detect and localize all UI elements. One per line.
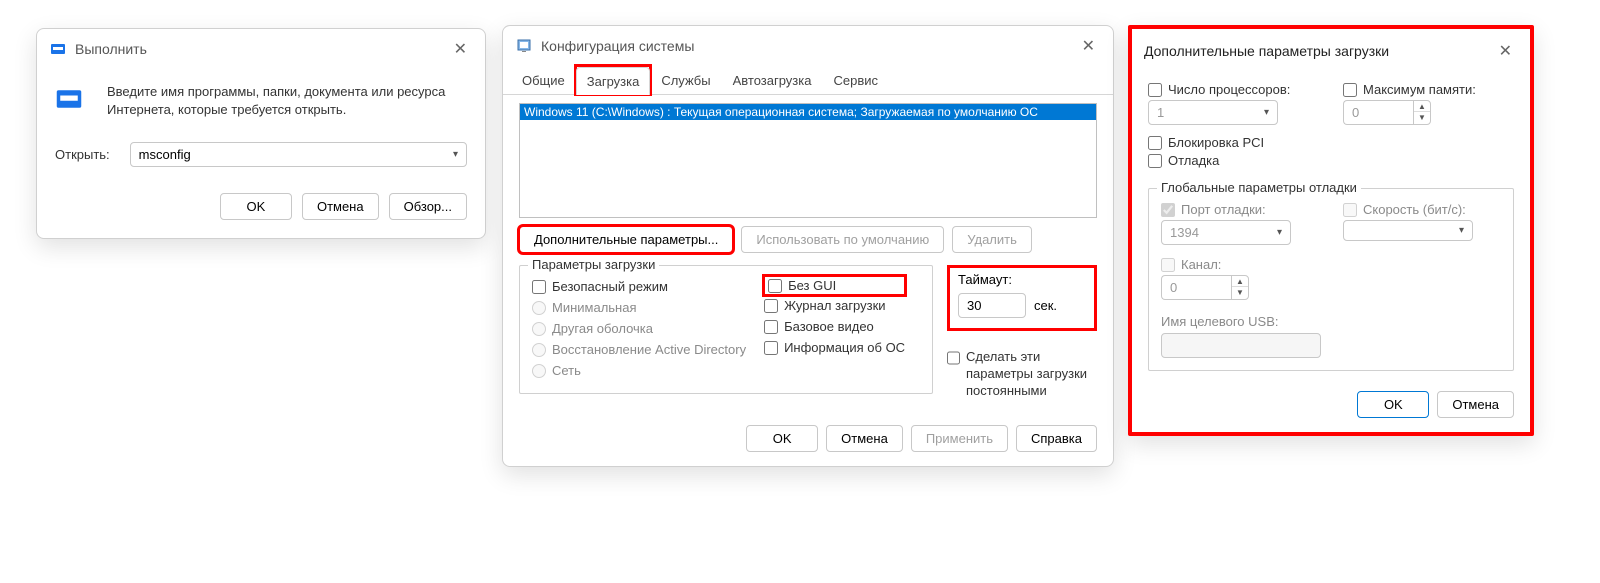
osinfo-checkbox[interactable]: Информация об ОС: [764, 340, 905, 355]
tab-tools[interactable]: Сервис: [822, 66, 889, 94]
open-combo[interactable]: msconfig ▾: [130, 142, 467, 167]
basevideo-checkbox[interactable]: Базовое видео: [764, 319, 905, 334]
run-body-icon: [55, 83, 83, 115]
set-default-button[interactable]: Использовать по умолчанию: [741, 226, 944, 253]
no-gui-checkbox[interactable]: Без GUI: [768, 278, 901, 293]
max-memory-spinner[interactable]: 0 ▲▼: [1343, 100, 1514, 125]
timeout-input[interactable]: [958, 293, 1026, 318]
tab-general[interactable]: Общие: [511, 66, 576, 94]
close-icon[interactable]: ✕: [1076, 34, 1101, 58]
channel-spinner[interactable]: 0 ▲▼: [1161, 275, 1291, 300]
chevron-down-icon: ▾: [1459, 225, 1464, 236]
safe-mode-checkbox[interactable]: Безопасный режим: [532, 279, 746, 294]
cancel-button[interactable]: Отмена: [1437, 391, 1514, 418]
run-title: Выполнить: [75, 41, 147, 57]
run-titlebar: Выполнить ✕: [37, 29, 485, 69]
spin-down-icon[interactable]: ▼: [1232, 287, 1248, 298]
sysconfig-titlebar: Конфигурация системы ✕: [503, 26, 1113, 66]
delete-button[interactable]: Удалить: [952, 226, 1032, 253]
run-instructions: Введите имя программы, папки, документа …: [107, 83, 467, 118]
tab-services[interactable]: Службы: [650, 66, 721, 94]
spin-up-icon[interactable]: ▲: [1414, 101, 1430, 112]
advanced-boot-dialog: Дополнительные параметры загрузки ✕ Числ…: [1128, 25, 1534, 436]
bootlog-checkbox[interactable]: Журнал загрузки: [764, 298, 905, 313]
browse-button[interactable]: Обзор...: [389, 193, 467, 220]
max-memory-checkbox[interactable]: Максимум памяти:: [1343, 82, 1514, 97]
network-radio[interactable]: Сеть: [532, 363, 746, 378]
run-icon: [49, 40, 67, 58]
cancel-button[interactable]: Отмена: [302, 193, 379, 220]
chevron-down-icon: ▾: [1264, 107, 1269, 118]
ok-button[interactable]: OK: [1357, 391, 1429, 418]
tab-boot[interactable]: Загрузка: [576, 67, 651, 95]
chevron-down-icon: ▾: [453, 149, 458, 160]
altshell-radio[interactable]: Другая оболочка: [532, 321, 746, 336]
cancel-button[interactable]: Отмена: [826, 425, 903, 452]
boot-entries-list[interactable]: Windows 11 (C:\Windows) : Текущая операц…: [519, 103, 1097, 218]
baud-rate-combo[interactable]: ▾: [1343, 220, 1473, 241]
apply-button[interactable]: Применить: [911, 425, 1008, 452]
timeout-sec: сек.: [1034, 298, 1057, 313]
debug-port-checkbox[interactable]: Порт отладки:: [1161, 202, 1319, 217]
debug-port-combo[interactable]: 1394▾: [1161, 220, 1291, 245]
global-debug-legend: Глобальные параметры отладки: [1157, 180, 1361, 195]
close-icon[interactable]: ✕: [448, 37, 473, 61]
close-icon[interactable]: ✕: [1493, 39, 1518, 63]
make-permanent-checkbox[interactable]: Сделать эти параметры загрузки постоянны…: [947, 349, 1097, 400]
debug-checkbox[interactable]: Отладка: [1148, 153, 1514, 168]
usb-target-input[interactable]: [1161, 333, 1321, 358]
num-processors-checkbox[interactable]: Число процессоров:: [1148, 82, 1319, 97]
chevron-down-icon: ▾: [1277, 227, 1282, 238]
sysconfig-title: Конфигурация системы: [541, 38, 694, 54]
minimal-radio[interactable]: Минимальная: [532, 300, 746, 315]
timeout-label: Таймаут:: [958, 272, 1086, 287]
baud-rate-checkbox[interactable]: Скорость (бит/с):: [1343, 202, 1501, 217]
open-value: msconfig: [139, 147, 191, 162]
spin-down-icon[interactable]: ▼: [1414, 112, 1430, 123]
adrestore-radio[interactable]: Восстановление Active Directory: [532, 342, 746, 357]
channel-checkbox[interactable]: Канал:: [1161, 257, 1501, 272]
num-processors-combo[interactable]: 1▾: [1148, 100, 1278, 125]
ok-button[interactable]: OK: [220, 193, 292, 220]
system-config-dialog: Конфигурация системы ✕ Общие Загрузка Сл…: [502, 25, 1114, 467]
usb-target-label: Имя целевого USB:: [1161, 314, 1501, 329]
advanced-title: Дополнительные параметры загрузки: [1144, 43, 1389, 59]
boot-entry[interactable]: Windows 11 (C:\Windows) : Текущая операц…: [520, 104, 1096, 120]
advanced-options-button[interactable]: Дополнительные параметры...: [519, 226, 733, 253]
help-button[interactable]: Справка: [1016, 425, 1097, 452]
tab-startup[interactable]: Автозагрузка: [722, 66, 823, 94]
ok-button[interactable]: OK: [746, 425, 818, 452]
open-label: Открыть:: [55, 147, 110, 162]
boot-options-legend: Параметры загрузки: [528, 257, 659, 272]
pci-lock-checkbox[interactable]: Блокировка PCI: [1148, 135, 1514, 150]
sysconfig-icon: [515, 37, 533, 55]
run-dialog: Выполнить ✕ Введите имя программы, папки…: [36, 28, 486, 239]
spin-up-icon[interactable]: ▲: [1232, 276, 1248, 287]
